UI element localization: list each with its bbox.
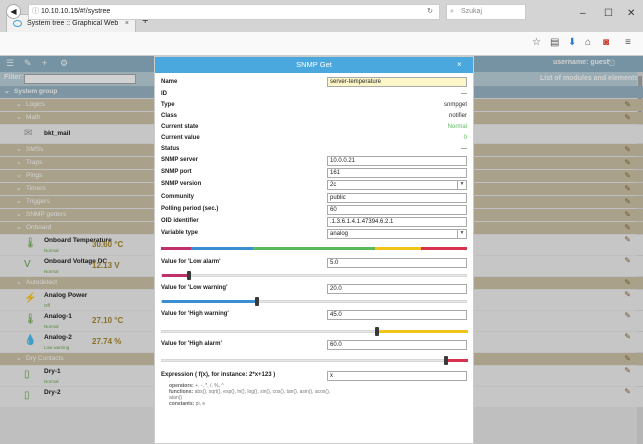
high-warning-handle[interactable]	[375, 327, 379, 336]
type-label: Type	[161, 102, 175, 108]
browser-search-input[interactable]: ⌕ Szukaj	[446, 4, 526, 20]
high-alarm-handle[interactable]	[444, 356, 448, 365]
community-label: Community	[161, 194, 194, 200]
url-bar[interactable]: ⓘ 10.10.10.15/#!/systree ↻	[28, 4, 440, 20]
browser-navbar	[0, 32, 643, 56]
constants-text: pi, e	[195, 401, 206, 407]
snmp-server-input[interactable]: 10.0.0.21	[327, 156, 467, 166]
range-high-alarm-segment	[421, 247, 467, 250]
high-warning-fill	[376, 330, 468, 333]
low-alarm-fill	[162, 274, 188, 277]
community-input[interactable]: public	[327, 193, 467, 203]
variable-type-label: Variable type	[161, 230, 199, 236]
low-warning-handle[interactable]	[255, 297, 259, 306]
low-alarm-label: Value for 'Low alarm'	[161, 259, 221, 265]
low-warning-slider[interactable]	[161, 297, 467, 306]
dialog-close-icon[interactable]: ×	[457, 60, 462, 69]
oid-label: OID identifier	[161, 218, 199, 224]
high-warning-slider[interactable]	[161, 327, 468, 336]
low-warning-input[interactable]: 20.0	[327, 284, 467, 294]
high-alarm-input[interactable]: 60.0	[327, 340, 467, 350]
search-icon: ⌕	[450, 8, 454, 15]
snmp-server-label: SNMP server	[161, 157, 198, 163]
state-label: Current state	[161, 124, 199, 130]
menu-icon[interactable]: ≡	[625, 37, 631, 48]
home-icon[interactable]: ⌂	[585, 37, 591, 48]
tab-title: System tree :: Graphical Web	[27, 20, 119, 27]
polling-label: Polling period (sec.)	[161, 206, 219, 212]
id-value: —	[461, 91, 467, 97]
range-color-bar	[161, 247, 467, 250]
state-value: Normal	[447, 124, 467, 130]
back-arrow-icon[interactable]: ◀	[6, 4, 21, 19]
low-warning-fill	[162, 300, 256, 303]
url-text: 10.10.10.15/#!/systree	[41, 8, 111, 15]
expression-label: Expression ( f(x), for instance: 2*x+123…	[161, 372, 276, 378]
high-alarm-label: Value for 'High alarm'	[161, 341, 222, 347]
oid-input[interactable]: .1.3.6.1.4.1.47394.6.2.1	[327, 217, 467, 227]
window-close-button[interactable]: ✕	[627, 8, 635, 19]
bookmark-star-icon[interactable]: ☆	[532, 37, 541, 48]
expression-input[interactable]: x	[327, 371, 467, 381]
type-value: snmpget	[443, 102, 467, 108]
info-icon[interactable]: ⓘ	[32, 5, 39, 19]
high-warning-input[interactable]: 45.0	[327, 310, 467, 320]
high-alarm-slider[interactable]	[161, 356, 468, 365]
functions-text: abs(), sqrt(), exp(), ln(), log(), sin()…	[169, 389, 331, 401]
reload-icon[interactable]: ↻	[427, 5, 433, 19]
range-high-warning-segment	[375, 247, 421, 250]
range-low-alarm-segment	[161, 247, 191, 250]
range-normal-segment	[253, 247, 375, 250]
snmp-port-label: SNMP port	[161, 169, 192, 175]
low-alarm-slider[interactable]	[161, 271, 467, 280]
low-alarm-handle[interactable]	[187, 271, 191, 280]
downloads-icon[interactable]: ⬇	[568, 37, 576, 48]
snmp-port-input[interactable]: 161	[327, 168, 467, 178]
variable-type-select[interactable]: analog ▼	[327, 229, 467, 239]
polling-input[interactable]: 60	[327, 205, 467, 215]
reading-list-icon[interactable]: ▤	[550, 37, 559, 48]
site-favicon-icon	[13, 20, 22, 27]
snmp-get-dialog: SNMP Get × Name server-temperature ID — …	[154, 56, 474, 444]
window-maximize-button[interactable]: ☐	[604, 8, 613, 19]
current-value-label: Current value	[161, 135, 200, 141]
chevron-down-icon: ▼	[457, 180, 466, 190]
id-label: ID	[161, 91, 167, 97]
range-low-warning-segment	[191, 247, 253, 250]
variable-type-value: analog	[330, 231, 349, 237]
window-minimize-button[interactable]: –	[580, 8, 586, 19]
class-label: Class	[161, 113, 178, 119]
chevron-down-icon: ▼	[457, 229, 466, 239]
current-value: 0	[463, 135, 467, 141]
snmp-version-value: 2c	[330, 182, 337, 188]
constants-label: constants:	[169, 401, 195, 407]
snmp-version-select[interactable]: 2c ▼	[327, 180, 467, 190]
snmp-version-label: SNMP version	[161, 181, 202, 187]
low-alarm-input[interactable]: 5.0	[327, 258, 467, 268]
class-value: notifier	[448, 113, 467, 119]
expression-help: operators: +, -, *, /, %, ^ functions: a…	[169, 383, 339, 407]
status-value: —	[461, 146, 467, 152]
status-label: Status	[161, 146, 180, 152]
name-input[interactable]: server-temperature	[327, 77, 467, 87]
search-placeholder: Szukaj	[461, 8, 483, 15]
pocket-icon[interactable]: ◙	[603, 37, 609, 48]
dialog-title: SNMP Get	[155, 57, 473, 73]
name-label: Name	[161, 79, 178, 85]
low-warning-label: Value for 'Low warning'	[161, 285, 228, 291]
high-warning-label: Value for 'High warning'	[161, 311, 229, 317]
